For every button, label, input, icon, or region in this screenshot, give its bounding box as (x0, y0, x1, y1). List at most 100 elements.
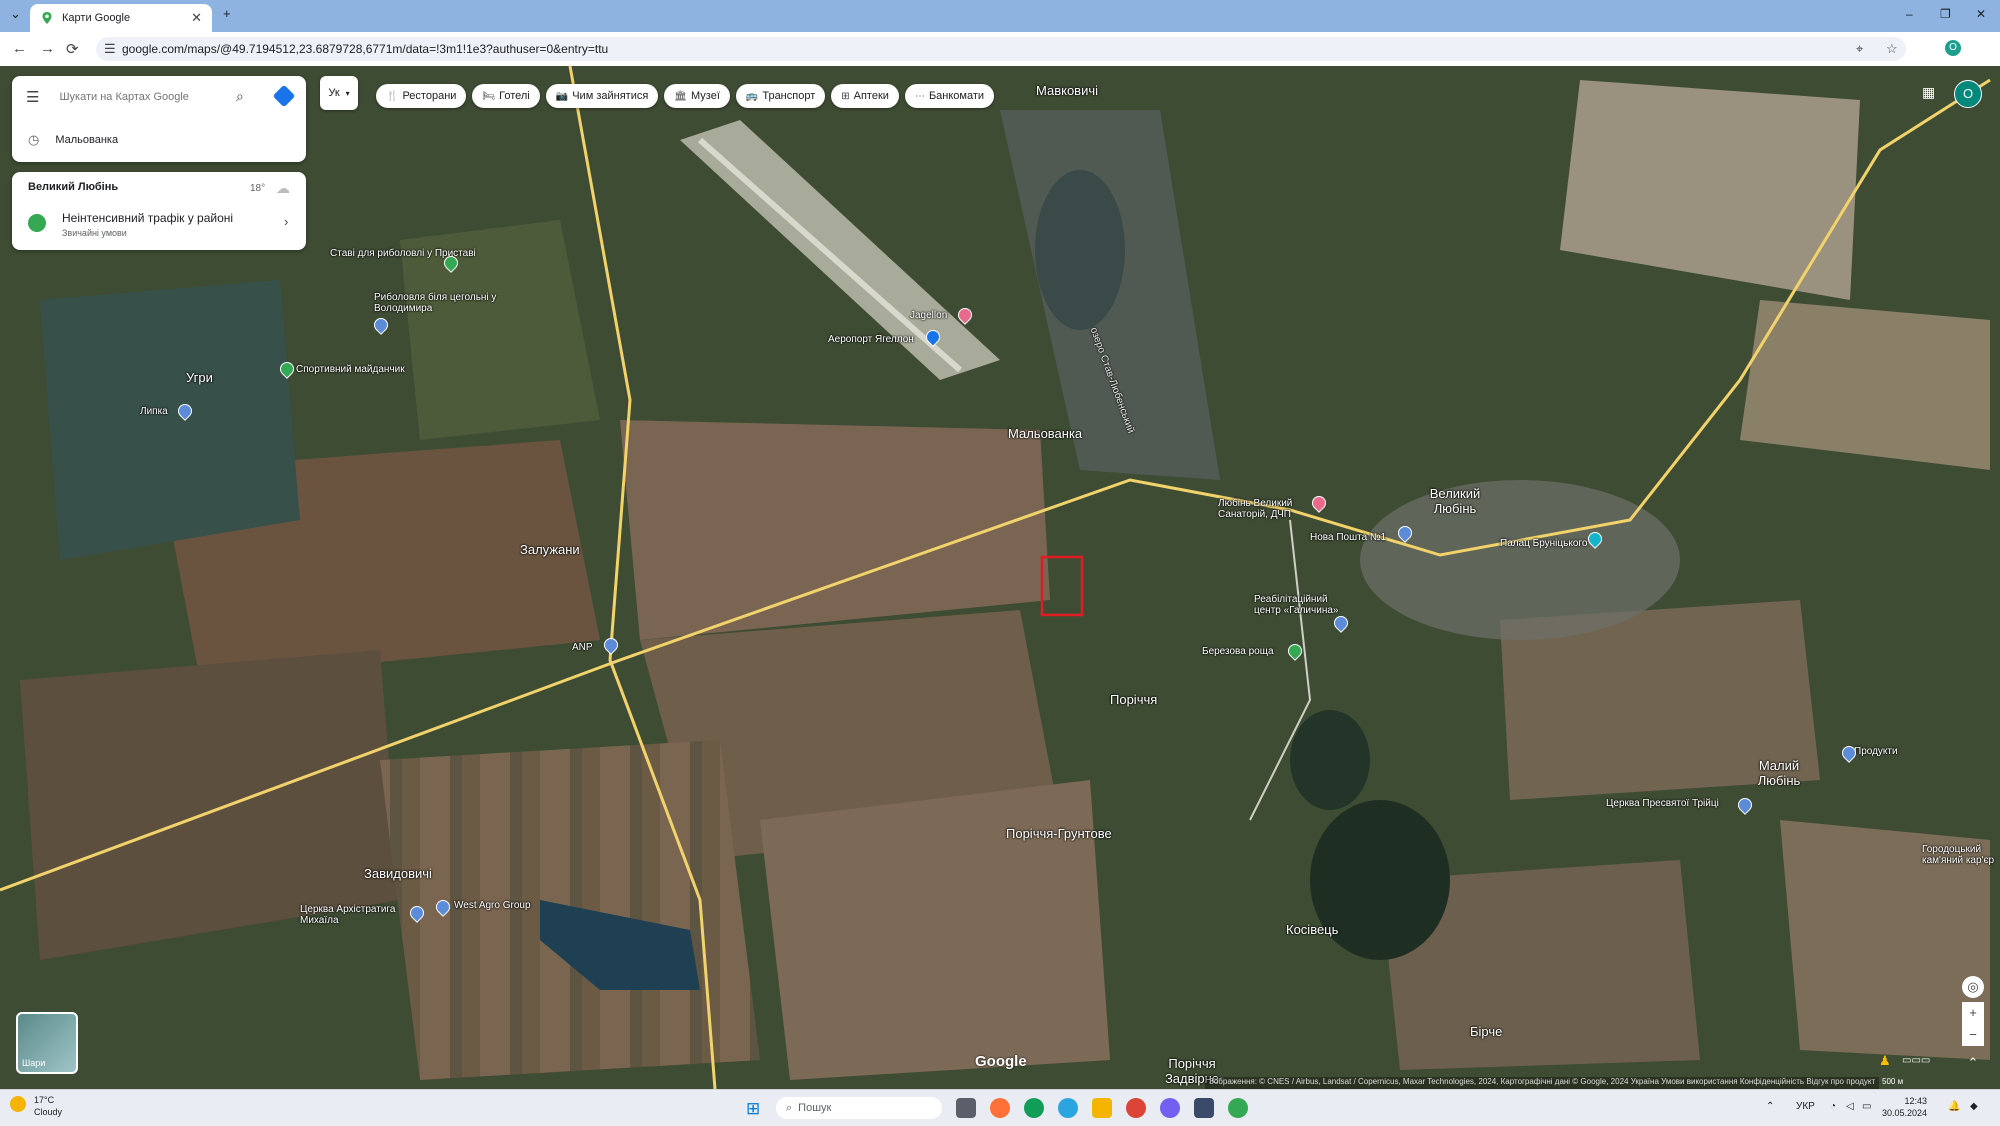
imagery-thumbnails[interactable]: ▭▭▭ (1902, 1055, 1930, 1066)
poi-label[interactable]: Спортивний майданчик (296, 364, 405, 375)
file-explorer-icon[interactable] (1092, 1098, 1112, 1118)
poi-label[interactable]: Риболовля біля цегольні у Володимира (374, 292, 504, 314)
scale-bar[interactable]: 500 м (1882, 1077, 1903, 1086)
search-panel: ☰ ⌕ ◷ Мальованка (12, 76, 306, 162)
minimize-button[interactable]: – (1906, 7, 1913, 21)
chevron-right-icon[interactable]: › (284, 214, 288, 229)
poi-label[interactable]: Церква Архістратига Михаїла (300, 904, 410, 926)
forward-button[interactable]: → (40, 40, 55, 57)
weather-widget[interactable]: 17°C Cloudy (10, 1094, 62, 1118)
place-label[interactable]: Малий Любінь (1754, 758, 1804, 788)
viber-icon[interactable] (1160, 1098, 1180, 1118)
chip-restaurants[interactable]: 🍴 Ресторани (376, 84, 467, 108)
window-close-button[interactable]: ✕ (1976, 7, 1986, 21)
new-tab-button[interactable]: + (223, 6, 231, 21)
poi-label[interactable]: Любінь Великий Санаторій, ДЧП (1218, 498, 1318, 520)
tab-google-maps[interactable]: Карти Google ✕ (30, 4, 212, 32)
poi-label[interactable]: Церква Пресвятої Трійці (1606, 798, 1719, 809)
place-label[interactable]: Угри (186, 370, 213, 385)
my-location-icon[interactable]: ◎ (1962, 976, 1984, 998)
chrome-active-icon[interactable] (1228, 1098, 1248, 1118)
chip-label: Аптеки (853, 90, 889, 102)
zoom-out-button[interactable]: − (1962, 1024, 1984, 1046)
tab-search-menu-button[interactable]: ⌄ (10, 6, 21, 22)
traffic-icon (28, 214, 46, 232)
place-label[interactable]: Бірче (1470, 1024, 1502, 1039)
account-avatar[interactable]: O (1954, 80, 1982, 108)
reload-button[interactable]: ⟳ (66, 40, 79, 58)
search-input[interactable] (57, 90, 232, 104)
place-label[interactable]: Мальованка (1008, 426, 1082, 441)
taskbar-clock[interactable]: 12:43 30.05.2024 (1882, 1095, 1927, 1119)
poi-label[interactable]: ANP (572, 642, 593, 653)
pegman-icon[interactable]: ♟ (1879, 1053, 1891, 1069)
poi-label[interactable]: West Agro Group (454, 900, 531, 911)
poi-label[interactable]: Аеропорт Ягеллон (828, 334, 914, 345)
place-label[interactable]: Поріччя (1110, 692, 1157, 707)
chip-pharmacies[interactable]: ⊞ Аптеки (831, 84, 899, 108)
address-bar-row: ← → ⟳ ☰ google.com/maps/@49.7194512,23.6… (0, 32, 2000, 67)
recent-search-item[interactable]: ◷ Мальованка (12, 120, 306, 160)
poi-label[interactable]: Продукти (1854, 746, 1898, 757)
language-indicator[interactable]: УКР (1796, 1101, 1815, 1112)
taskbar-search-placeholder: Пошук (798, 1102, 832, 1114)
place-label[interactable]: Поріччя-Грунтове (1006, 826, 1112, 841)
layers-button[interactable]: Шари (16, 1012, 78, 1074)
app-icon[interactable] (1194, 1098, 1214, 1118)
site-info-icon[interactable]: ☰ (104, 41, 116, 57)
volume-icon[interactable]: ◁ (1846, 1101, 1854, 1112)
chip-hotels[interactable]: 🛏 Готелі (472, 84, 540, 108)
bookmark-star-icon[interactable]: ☆ (1886, 41, 1898, 57)
edge-icon[interactable] (1024, 1098, 1044, 1118)
poi-label[interactable]: Городоцький кам'яний кар'єр (1922, 844, 2000, 866)
poi-label[interactable]: Jagellon (910, 310, 947, 321)
telegram-icon[interactable] (1058, 1098, 1078, 1118)
chip-things-to-do[interactable]: 📷 Чим зайнятися (545, 84, 659, 108)
poi-label[interactable]: Березова роща (1202, 646, 1274, 657)
tab-close-icon[interactable]: ✕ (191, 10, 202, 26)
area-info-card[interactable]: Великий Любінь 18° ☁ Неінтенсивний трафі… (12, 172, 306, 250)
place-label[interactable]: Залужани (520, 542, 580, 557)
battery-icon[interactable]: ▭ (1862, 1101, 1871, 1112)
chip-atms[interactable]: ⋯ Банкомати (904, 84, 995, 108)
attribution-bar[interactable]: Зображення: © CNES / Airbus, Landsat / C… (1205, 1077, 1880, 1089)
wifi-icon[interactable]: ◔ (1830, 1101, 1836, 1112)
place-label[interactable]: Великий Любінь (1420, 486, 1490, 516)
taskbar-search[interactable]: ⌕ Пошук (776, 1097, 942, 1119)
layers-label: Шари (22, 1058, 46, 1068)
place-label[interactable]: Мавковичі (1036, 83, 1098, 98)
place-label[interactable]: Завидовичі (364, 866, 432, 881)
copilot-icon[interactable]: ◆ (1970, 1101, 1978, 1112)
chrome-icon[interactable] (1126, 1098, 1146, 1118)
url-bar[interactable]: ☰ google.com/maps/@49.7194512,23.6879728… (96, 37, 1906, 61)
place-label[interactable]: Косівець (1286, 922, 1338, 937)
menu-icon[interactable]: ☰ (26, 88, 39, 106)
chip-transport[interactable]: 🚌 Транспорт (735, 84, 826, 108)
poi-label[interactable]: Липка (140, 406, 168, 417)
location-icon[interactable]: ⌖ (1856, 41, 1863, 57)
chip-label: Банкомати (928, 90, 985, 102)
task-view-icon[interactable] (956, 1098, 976, 1118)
search-icon[interactable]: ⌕ (236, 88, 244, 105)
dropdown-arrow-icon: ▾ (345, 88, 350, 98)
zoom-in-button[interactable]: + (1962, 1002, 1984, 1024)
directions-icon[interactable] (272, 84, 296, 108)
poi-label[interactable]: Реабілітаційний центр «Галичина» (1254, 594, 1344, 616)
poi-label[interactable]: Палац Бруніцького (1500, 538, 1587, 549)
notification-icon[interactable]: 🔔 (1948, 1101, 1960, 1112)
maximize-button[interactable]: ❐ (1940, 7, 1951, 21)
language-selector[interactable]: Ук ▾ (320, 76, 358, 110)
windows-start-icon[interactable]: ⊞ (746, 1099, 760, 1119)
satellite-map[interactable]: Мавковичі Ставі для риболовлі у Приставі… (0, 66, 2000, 1089)
poi-label[interactable]: Нова Пошта №1 (1310, 532, 1386, 543)
language-label: Ук (328, 87, 340, 99)
firefox-icon[interactable] (990, 1098, 1010, 1118)
chip-museums[interactable]: 🏛 Музеї (664, 84, 730, 108)
apps-grid-icon[interactable]: ▦ (1922, 84, 1935, 101)
atm-icon: ⋯ (914, 90, 925, 102)
village-area (1360, 480, 1680, 640)
tray-overflow-icon[interactable]: ⌃ (1766, 1101, 1774, 1112)
browser-profile-avatar[interactable]: O (1945, 40, 1961, 56)
expand-up-icon[interactable]: ⌃ (1962, 1052, 1984, 1074)
back-button[interactable]: ← (12, 40, 27, 57)
